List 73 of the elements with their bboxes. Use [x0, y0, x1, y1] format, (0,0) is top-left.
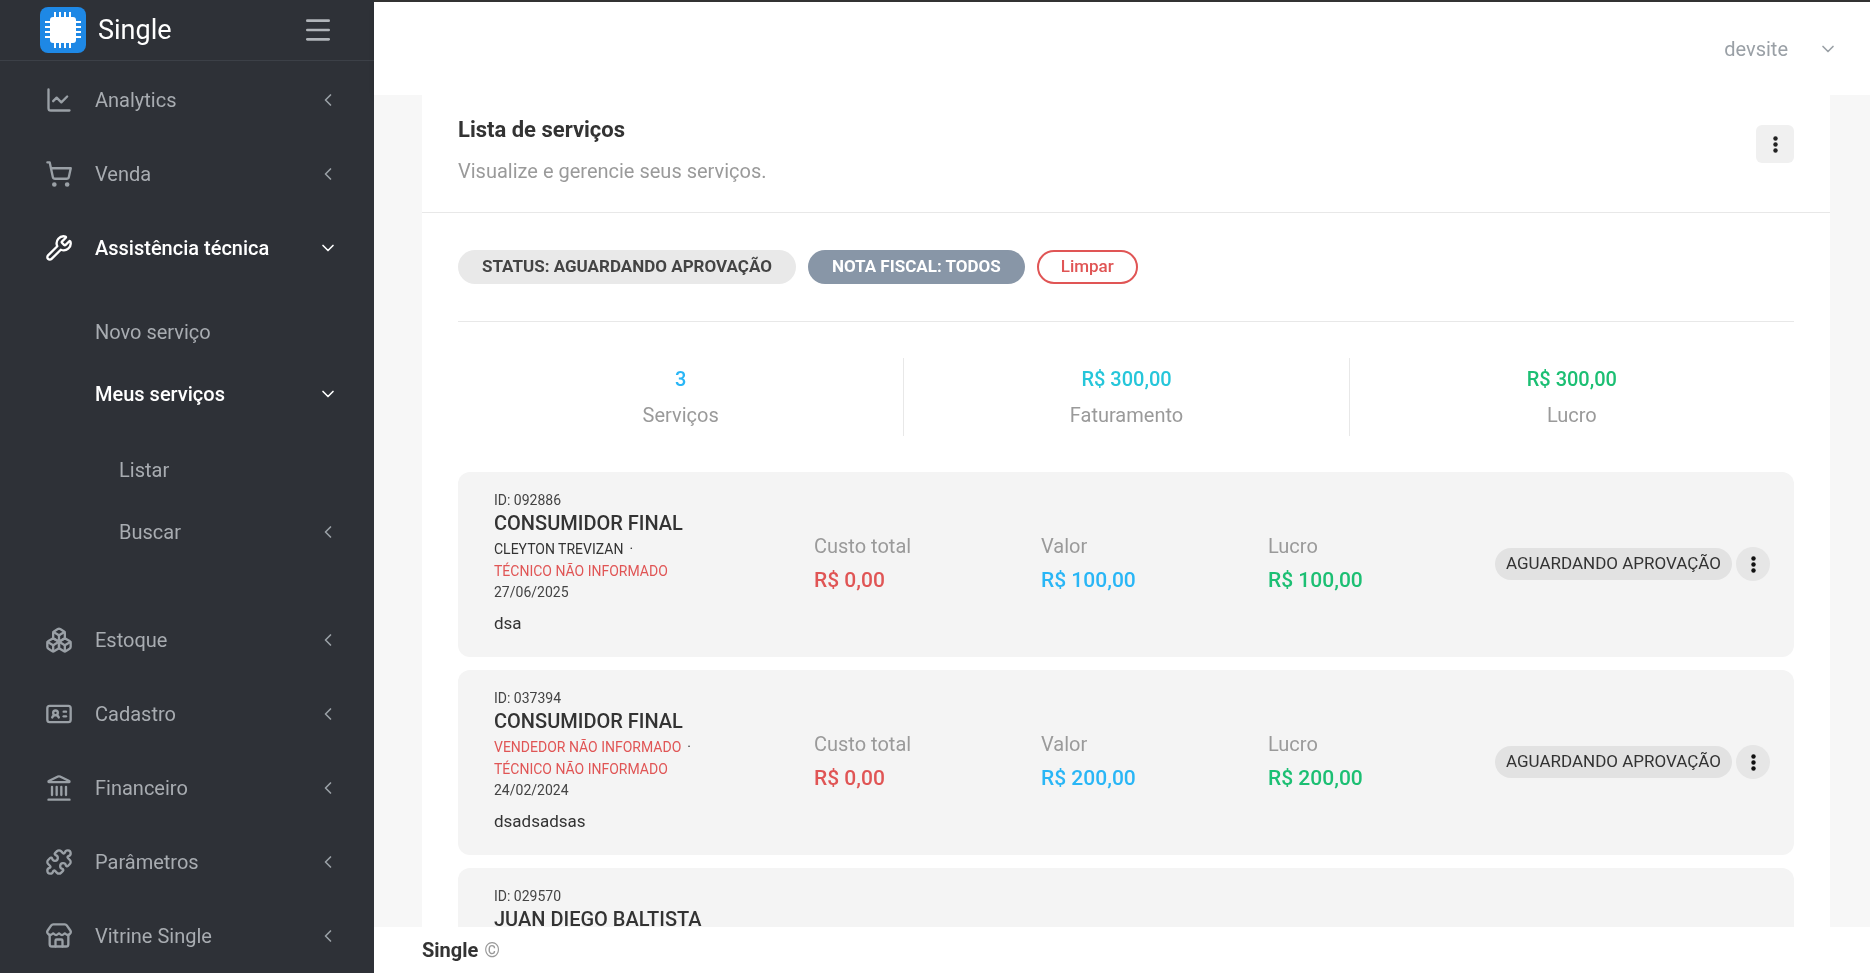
customer-name: JUAN DIEGO BALTISTA	[494, 906, 703, 927]
profit-value: R$ 100,00	[1268, 567, 1364, 595]
service-date: 27/06/2025	[494, 582, 570, 602]
cost-label: Custo total	[814, 533, 913, 561]
service-id: ID: 037394	[494, 688, 563, 708]
wrench-icon	[45, 234, 73, 262]
panel-title: Lista de serviços	[458, 116, 627, 144]
sidebar-item[interactable]: Vitrine Single	[95, 921, 212, 951]
service-date: 24/02/2024	[494, 780, 570, 800]
customer-name: CONSUMIDOR FINAL	[494, 708, 684, 734]
service-card[interactable]: ID: 037394 CONSUMIDOR FINAL VENDEDOR NÃO INFORMADO · TÉCNICO NÃO INFORMADO 24/02/2024 dsadsadsas Custo total R$ 0,00 Valor R$ 200,00 Lucro R$ 200,00 AGUARDANDO APROVAÇÃO	[458, 669, 1794, 855]
store-icon	[45, 922, 73, 950]
more-options-button[interactable]	[1736, 547, 1770, 581]
more-options-button[interactable]	[1736, 745, 1770, 779]
service-id: ID: 029570	[494, 886, 563, 906]
service-value: R$ 200,00	[1041, 765, 1137, 793]
stat-label: Lucro	[1546, 401, 1597, 429]
cart-icon	[45, 160, 73, 188]
footer-brand: Single	[422, 937, 479, 964]
seller-name: CLEYTON TREVIZAN	[494, 539, 624, 559]
stat-value: 3	[674, 365, 687, 393]
profit-label: Lucro	[1268, 533, 1319, 561]
separator-dot: ·	[686, 737, 692, 757]
more-options-icon	[1750, 753, 1756, 771]
sidebar-item[interactable]: Assistência técnica	[95, 233, 270, 263]
status-badge: AGUARDANDO APROVAÇÃO	[1495, 746, 1732, 778]
seller-name: VENDEDOR NÃO INFORMADO	[494, 737, 682, 757]
copyright-mark: ©	[484, 937, 501, 964]
puzzle-icon	[45, 848, 73, 876]
panel-subtitle: Visualize e gerencie seus serviços.	[458, 158, 767, 185]
brand-name: Single	[98, 12, 172, 48]
cost-value: R$ 0,00	[814, 765, 886, 793]
separator-dot: ·	[628, 539, 635, 559]
stat-value: R$ 300,00	[1081, 365, 1172, 393]
customer-name: CONSUMIDOR FINAL	[494, 510, 684, 536]
sidebar-item[interactable]: Estoque	[95, 625, 168, 655]
sidebar-item[interactable]: Venda	[95, 159, 152, 189]
value-label: Valor	[1041, 731, 1089, 759]
stat-value: R$ 300,00	[1526, 365, 1617, 393]
profit-value: R$ 200,00	[1268, 765, 1364, 793]
sidebar-item[interactable]: Parâmetros	[95, 847, 199, 877]
profit-label: Lucro	[1268, 731, 1319, 759]
sidebar-subitem[interactable]: Meus serviços	[95, 379, 225, 409]
bank-icon	[45, 774, 73, 802]
filter-chip[interactable]: NOTA FISCAL: TODOS	[807, 250, 1025, 284]
sidebar-subitem[interactable]: Listar	[119, 455, 170, 485]
sidebar-item[interactable]: Analytics	[95, 85, 177, 115]
service-value: R$ 100,00	[1041, 567, 1137, 595]
value-label: Valor	[1041, 533, 1089, 561]
clear-button[interactable]: Limpar	[1036, 250, 1138, 284]
stat-label: Serviços	[642, 401, 719, 429]
status-badge: AGUARDANDO APROVAÇÃO	[1495, 548, 1732, 580]
sidebar-item[interactable]: Financeiro	[95, 773, 188, 803]
cost-value: R$ 0,00	[814, 567, 886, 595]
sidebar-item[interactable]: Cadastro	[95, 699, 176, 729]
stat-label: Faturamento	[1069, 401, 1184, 429]
service-card[interactable]: ID: 092886 CONSUMIDOR FINAL CLEYTON TREVIZAN · TÉCNICO NÃO INFORMADO 27/06/2025 dsa Custo total R$ 0,00 Valor R$ 100,00 Lucro R$ 100,00 AGUARDANDO APROVAÇÃO	[458, 471, 1794, 657]
filter-chip[interactable]: STATUS: AGUARDANDO APROVAÇÃO	[458, 250, 796, 284]
technician-name: TÉCNICO NÃO INFORMADO	[494, 561, 668, 581]
boxes-icon	[45, 626, 73, 654]
sidebar-subitem[interactable]: Novo serviço	[95, 317, 211, 347]
cost-label: Custo total	[814, 731, 913, 759]
technician-name: TÉCNICO NÃO INFORMADO	[494, 759, 668, 779]
more-options-icon	[1772, 135, 1778, 153]
service-id: ID: 092886	[494, 490, 563, 510]
service-note: dsa	[494, 611, 523, 635]
chip-logo-icon	[40, 7, 86, 53]
service-note: dsadsadsas	[494, 809, 587, 833]
sidebar-subitem[interactable]: Buscar	[119, 517, 181, 547]
more-options-button[interactable]	[1756, 125, 1794, 163]
more-options-icon	[1750, 555, 1756, 573]
chart-icon	[45, 86, 73, 114]
service-card[interactable]: ID: 029570 JUAN DIEGO BALTISTA	[458, 867, 1794, 927]
